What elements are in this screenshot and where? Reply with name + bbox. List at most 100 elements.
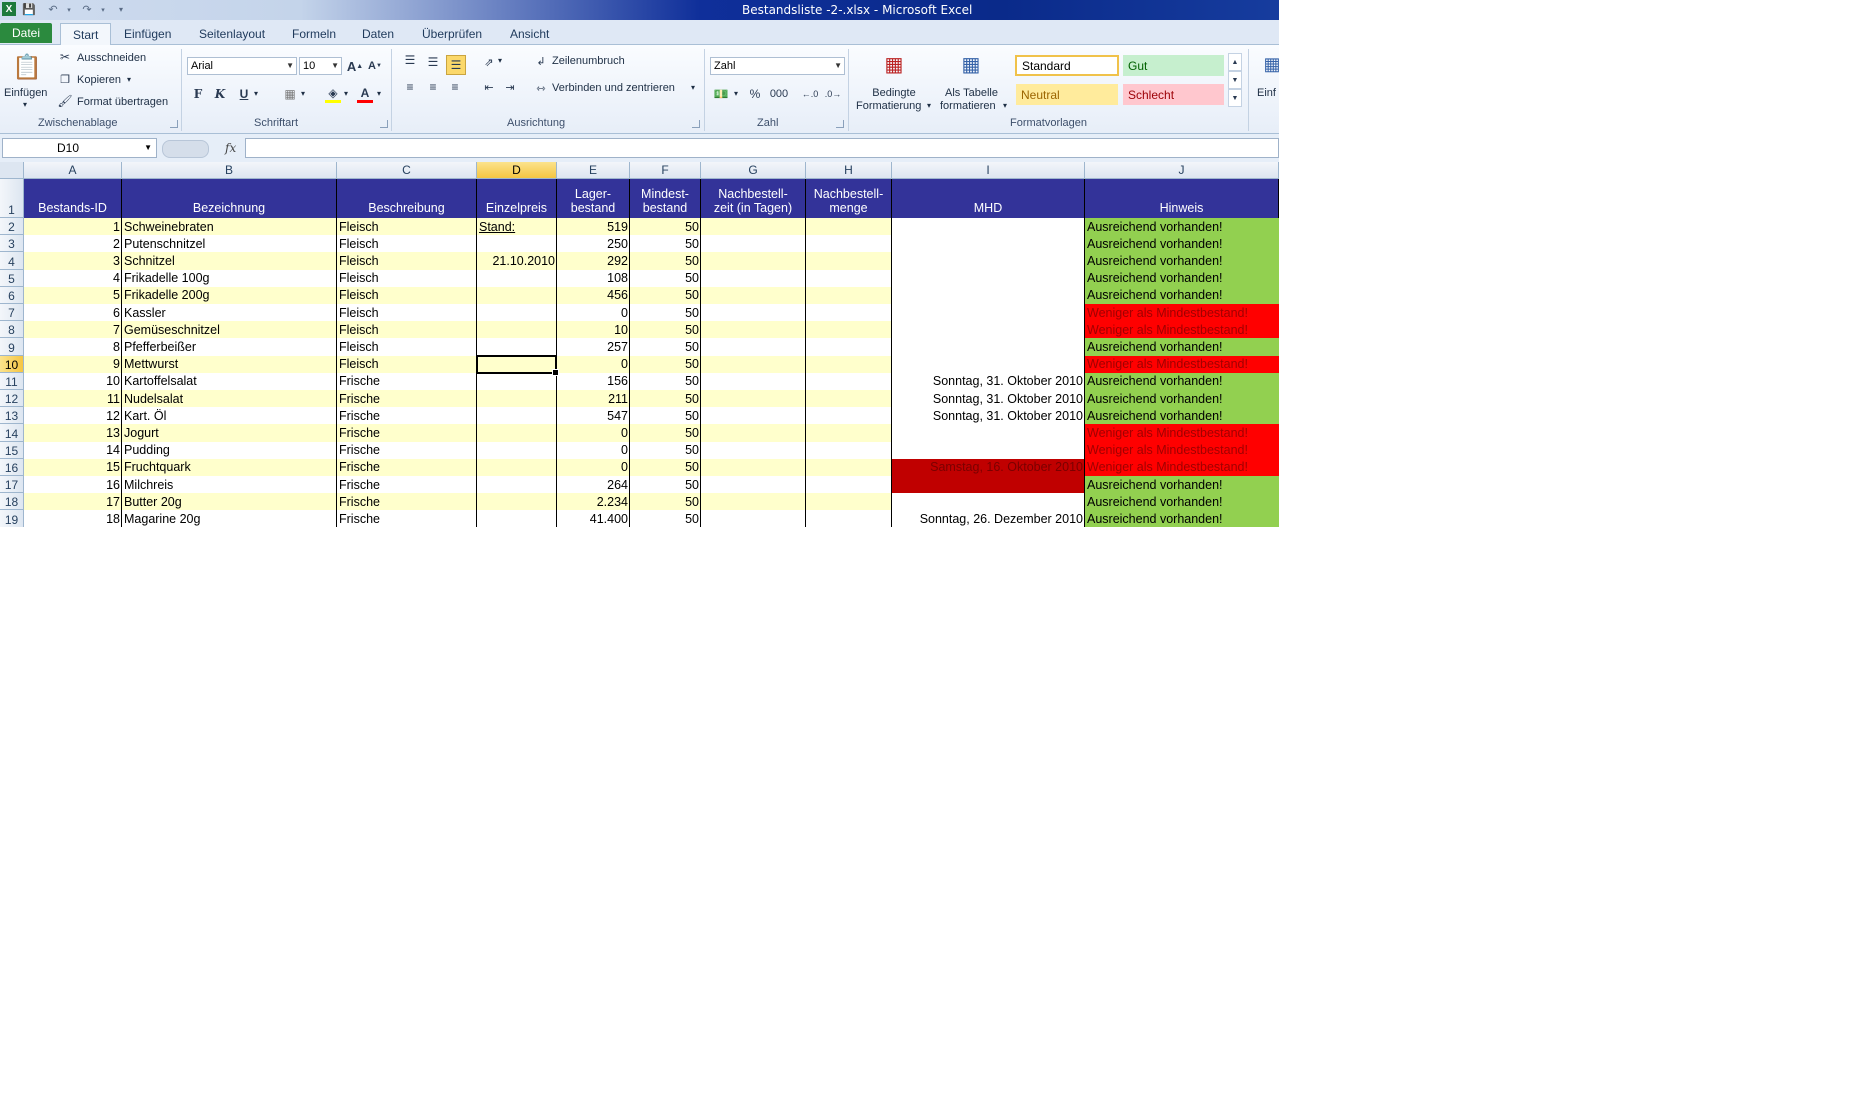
- cell-j16-status[interactable]: Weniger als Mindestbestand!: [1085, 458, 1279, 476]
- copy-icon[interactable]: ❐: [58, 72, 72, 86]
- cell-g12[interactable]: [701, 390, 806, 408]
- cell-b11[interactable]: Kartoffelsalat: [122, 372, 337, 390]
- cell-b6[interactable]: Frikadelle 200g: [122, 286, 337, 304]
- style-standard[interactable]: Standard: [1015, 55, 1119, 76]
- cell-b10[interactable]: Mettwurst: [122, 355, 337, 373]
- row-header-13[interactable]: 13: [0, 407, 24, 425]
- cell-a3[interactable]: 2: [24, 235, 122, 253]
- cell-f3[interactable]: 50: [630, 235, 701, 253]
- cell-c9[interactable]: Fleisch: [337, 338, 477, 356]
- cell-a6[interactable]: 5: [24, 286, 122, 304]
- align-left-icon[interactable]: ≡: [401, 78, 419, 96]
- cell-c4[interactable]: Fleisch: [337, 252, 477, 270]
- cell-j4-status[interactable]: Ausreichend vorhanden!: [1085, 252, 1279, 270]
- underline-dropdown-icon[interactable]: ▾: [254, 89, 258, 98]
- format-as-table-line1[interactable]: Als Tabelle: [945, 87, 998, 99]
- row-header-6[interactable]: 6: [0, 286, 24, 304]
- format-as-table-line2[interactable]: formatieren: [940, 100, 996, 112]
- cell-b18[interactable]: Butter 20g: [122, 493, 337, 511]
- copy-button[interactable]: Kopieren: [77, 74, 121, 86]
- cell-d4[interactable]: 21.10.2010: [477, 252, 557, 270]
- cell-i16[interactable]: Samstag, 16. Oktober 2010: [892, 458, 1085, 476]
- decrease-decimal-icon[interactable]: .0→: [824, 85, 842, 103]
- row-header-5[interactable]: 5: [0, 269, 24, 287]
- row-header-18[interactable]: 18: [0, 493, 24, 511]
- cell-i18[interactable]: [892, 493, 1085, 511]
- cell-f17[interactable]: 50: [630, 476, 701, 494]
- cell-f19[interactable]: 50: [630, 510, 701, 527]
- cell-d7[interactable]: [477, 304, 557, 322]
- border-dropdown-icon[interactable]: ▾: [301, 89, 305, 98]
- cell-e14[interactable]: 0: [557, 424, 630, 442]
- cell-f8[interactable]: 50: [630, 321, 701, 339]
- cell-h16[interactable]: [806, 458, 892, 476]
- cell-i3[interactable]: [892, 235, 1085, 253]
- merge-center-button[interactable]: Verbinden und zentrieren: [552, 82, 675, 94]
- cell-j14-status[interactable]: Weniger als Mindestbestand!: [1085, 424, 1279, 442]
- column-header-i[interactable]: I: [892, 162, 1085, 179]
- cell-c13[interactable]: Frische: [337, 407, 477, 425]
- cell-e19[interactable]: 41.400: [557, 510, 630, 527]
- format-as-table-dropdown-icon[interactable]: ▾: [1003, 101, 1007, 110]
- cell-b13[interactable]: Kart. Öl: [122, 407, 337, 425]
- cell-i11[interactable]: Sonntag, 31. Oktober 2010: [892, 372, 1085, 390]
- cell-i17[interactable]: [892, 476, 1085, 494]
- cell-c18[interactable]: Frische: [337, 493, 477, 511]
- cell-h2[interactable]: [806, 218, 892, 236]
- shrink-font-icon[interactable]: A ▼: [367, 57, 383, 75]
- decrease-indent-icon[interactable]: ⇤: [480, 78, 498, 96]
- font-name-select[interactable]: Arial ▼: [187, 57, 297, 75]
- cell-g3[interactable]: [701, 235, 806, 253]
- cell-f7[interactable]: 50: [630, 304, 701, 322]
- align-right-icon[interactable]: ≡: [446, 78, 464, 96]
- cell-e7[interactable]: 0: [557, 304, 630, 322]
- column-header-g[interactable]: G: [701, 162, 806, 179]
- cell-f9[interactable]: 50: [630, 338, 701, 356]
- cell-c5[interactable]: Fleisch: [337, 269, 477, 287]
- cell-d13[interactable]: [477, 407, 557, 425]
- cell-e15[interactable]: 0: [557, 441, 630, 459]
- cell-i2[interactable]: [892, 218, 1085, 236]
- cell-h8[interactable]: [806, 321, 892, 339]
- row-header-1[interactable]: 1: [0, 179, 24, 218]
- conditional-formatting-dropdown-icon[interactable]: ▾: [927, 101, 931, 110]
- cell-g11[interactable]: [701, 372, 806, 390]
- cell-b17[interactable]: Milchreis: [122, 476, 337, 494]
- format-painter-icon[interactable]: 🖌: [57, 94, 72, 108]
- header-cell-h[interactable]: Nachbestell-menge: [806, 179, 892, 218]
- cell-h19[interactable]: [806, 510, 892, 527]
- style-schlecht[interactable]: Schlecht: [1123, 84, 1224, 105]
- cell-e12[interactable]: 211: [557, 390, 630, 408]
- cell-h3[interactable]: [806, 235, 892, 253]
- cell-a10[interactable]: 9: [24, 355, 122, 373]
- column-header-a[interactable]: A: [24, 162, 122, 179]
- cell-a15[interactable]: 14: [24, 441, 122, 459]
- cell-b7[interactable]: Kassler: [122, 304, 337, 322]
- cell-f4[interactable]: 50: [630, 252, 701, 270]
- row-header-2[interactable]: 2: [0, 218, 24, 236]
- redo-icon[interactable]: ↷: [80, 2, 94, 17]
- styles-scroll-down-icon[interactable]: ▼: [1228, 71, 1242, 89]
- save-icon[interactable]: 💾: [22, 2, 36, 17]
- cell-d11[interactable]: [477, 372, 557, 390]
- cell-j3-status[interactable]: Ausreichend vorhanden!: [1085, 235, 1279, 253]
- cell-g5[interactable]: [701, 269, 806, 287]
- cell-j10-status[interactable]: Weniger als Mindestbestand!: [1085, 355, 1279, 373]
- align-middle-icon[interactable]: ☰: [424, 53, 442, 71]
- cell-g4[interactable]: [701, 252, 806, 270]
- cell-h9[interactable]: [806, 338, 892, 356]
- header-cell-b[interactable]: Bezeichnung: [122, 179, 337, 218]
- cell-f5[interactable]: 50: [630, 269, 701, 287]
- cell-d3[interactable]: [477, 235, 557, 253]
- cell-b5[interactable]: Frikadelle 100g: [122, 269, 337, 287]
- border-icon[interactable]: ▦: [282, 85, 298, 103]
- insert-cells-icon[interactable]: ▦: [1262, 51, 1279, 77]
- cell-h4[interactable]: [806, 252, 892, 270]
- row-header-9[interactable]: 9: [0, 338, 24, 356]
- align-top-icon[interactable]: ☰: [401, 51, 419, 69]
- wrap-text-icon[interactable]: ↲: [533, 53, 549, 69]
- cell-e5[interactable]: 108: [557, 269, 630, 287]
- cell-a11[interactable]: 10: [24, 372, 122, 390]
- cell-b19[interactable]: Magarine 20g: [122, 510, 337, 527]
- italic-button[interactable]: K: [212, 85, 228, 103]
